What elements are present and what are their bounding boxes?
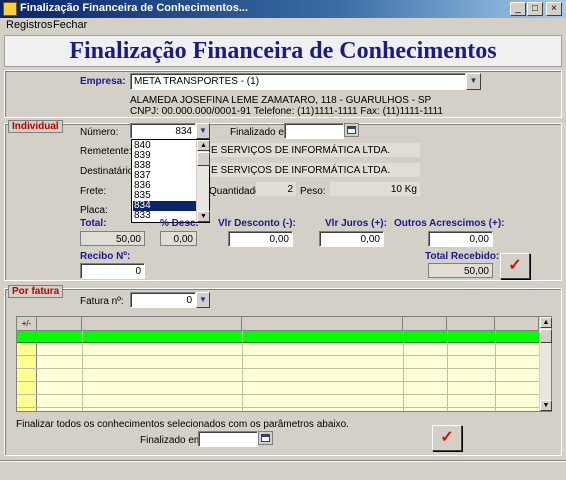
total-value: 50,00 xyxy=(80,231,145,246)
table-row[interactable] xyxy=(17,383,539,395)
quantidade-value: 2 xyxy=(256,182,296,196)
remetente-label: Remetente: xyxy=(80,146,132,157)
fatura-dropdown-icon[interactable]: ▼ xyxy=(196,292,210,308)
destinatario-value: E SERVIÇOS DE INFORMÁTICA LTDA. xyxy=(208,163,420,177)
grid-vline xyxy=(403,331,404,411)
individual-group-label: Individual xyxy=(8,120,63,133)
fatura-field[interactable]: 0 xyxy=(130,292,196,308)
maximize-button[interactable]: □ xyxy=(527,2,543,16)
finalizado-field[interactable] xyxy=(284,123,344,139)
title-bar: Finalização Financeira de Conhecimentos.… xyxy=(0,0,566,18)
outros-label: Outros Acrescimos (+): xyxy=(394,218,505,229)
grid-col-1[interactable] xyxy=(37,317,82,330)
scroll-thumb[interactable] xyxy=(197,152,210,166)
fatura-finalizado-field[interactable] xyxy=(198,431,258,447)
fatura-label: Fatura nº: xyxy=(80,296,124,307)
grid-vline xyxy=(447,331,448,411)
desc-pct-value: 0,00 xyxy=(160,231,197,246)
calendar-icon[interactable] xyxy=(344,123,359,137)
table-row[interactable] xyxy=(17,344,539,356)
empresa-select[interactable]: META TRANSPORTES - (1) xyxy=(130,73,466,90)
placa-label: Placa: xyxy=(80,205,108,216)
grid-body xyxy=(17,331,539,411)
desc-pct-label: % Desc. xyxy=(160,218,199,229)
vlr-juros-field[interactable]: 0,00 xyxy=(319,231,384,247)
scroll-down-icon[interactable]: ▼ xyxy=(540,400,552,411)
minimize-button[interactable]: _ xyxy=(510,2,526,16)
frete-label: Frete: xyxy=(80,186,107,197)
numero-label: Número: xyxy=(80,127,119,138)
grid-scrollbar[interactable]: ▲ ▼ xyxy=(539,317,552,411)
grid-col-6[interactable] xyxy=(495,317,539,330)
close-button[interactable]: × xyxy=(546,2,562,16)
app-icon xyxy=(3,2,17,16)
total-recebido-label: Total Recebido: xyxy=(425,251,500,262)
menu-fechar[interactable]: Fechar xyxy=(53,19,87,31)
confirm-individual-button[interactable]: ✓ xyxy=(500,253,530,279)
numero-dropdown-list[interactable]: 840 839 838 837 836 835 834 833 ▲ ▼ xyxy=(131,139,210,223)
grid-vline xyxy=(242,331,243,411)
dropdown-scrollbar[interactable]: ▲ ▼ xyxy=(196,140,210,222)
table-row[interactable] xyxy=(17,357,539,369)
recibo-label: Recibo Nº: xyxy=(80,251,131,262)
window-title: Finalização Financeira de Conhecimentos.… xyxy=(20,2,249,14)
calendar-icon[interactable] xyxy=(258,431,273,445)
peso-label: Peso: xyxy=(300,186,326,197)
vlr-desconto-field[interactable]: 0,00 xyxy=(228,231,293,247)
empresa-address: ALAMEDA JOSEFINA LEME ZAMATARO, 118 - GU… xyxy=(130,95,432,106)
scroll-thumb[interactable] xyxy=(540,329,552,343)
numero-field[interactable]: 834 xyxy=(130,123,196,139)
page-title: Finalização Financeira de Conhecimentos xyxy=(4,35,562,67)
confirm-fatura-button[interactable]: ✓ xyxy=(432,425,462,451)
grid-header: +/- xyxy=(17,317,539,331)
por-fatura-group-label: Por fatura xyxy=(8,285,64,298)
empresa-cnpj: CNPJ: 00.000.000/0001-91 Telefone: (11)1… xyxy=(130,106,443,117)
table-row[interactable] xyxy=(17,396,539,408)
menu-registros[interactable]: Registros xyxy=(6,19,52,31)
chevron-down-icon[interactable]: ▼ xyxy=(466,73,481,90)
grid-vline xyxy=(82,331,83,411)
por-fatura-footer-text: Finalizar todos os conhecimentos selecio… xyxy=(16,419,349,430)
grid-vline xyxy=(495,331,496,411)
remetente-value: E SERVIÇOS DE INFORMÁTICA LTDA. xyxy=(208,143,420,157)
total-label: Total: xyxy=(80,218,107,229)
fatura-finalizado-label: Finalizado em: xyxy=(140,435,206,446)
total-recebido-value: 50,00 xyxy=(428,263,493,278)
table-row[interactable] xyxy=(17,331,539,343)
menu-bar: Registros Fechar xyxy=(0,18,566,34)
recibo-field[interactable]: 0 xyxy=(80,263,145,279)
grid-col-3[interactable] xyxy=(242,317,403,330)
grid-toggle-all[interactable]: +/- xyxy=(17,317,37,330)
outros-field[interactable]: 0,00 xyxy=(428,231,493,247)
conhecimentos-grid[interactable]: +/- ▲ ▼ xyxy=(16,316,552,412)
empresa-label: Empresa: xyxy=(80,76,126,87)
scroll-up-icon[interactable]: ▲ xyxy=(540,317,552,328)
table-row[interactable] xyxy=(17,370,539,382)
grid-col-5[interactable] xyxy=(447,317,495,330)
vlr-juros-label: Vlr Juros (+): xyxy=(325,218,387,229)
grid-col-4[interactable] xyxy=(403,317,447,330)
vlr-desconto-label: Vlr Desconto (-): xyxy=(218,218,296,229)
status-bar xyxy=(0,460,566,480)
peso-value: 10 Kg xyxy=(330,182,420,196)
destinatario-label: Destinatário: xyxy=(80,166,137,177)
grid-col-2[interactable] xyxy=(82,317,242,330)
scroll-down-icon[interactable]: ▼ xyxy=(197,211,210,222)
scroll-up-icon[interactable]: ▲ xyxy=(197,140,210,151)
numero-dropdown-icon[interactable]: ▼ xyxy=(196,123,210,139)
